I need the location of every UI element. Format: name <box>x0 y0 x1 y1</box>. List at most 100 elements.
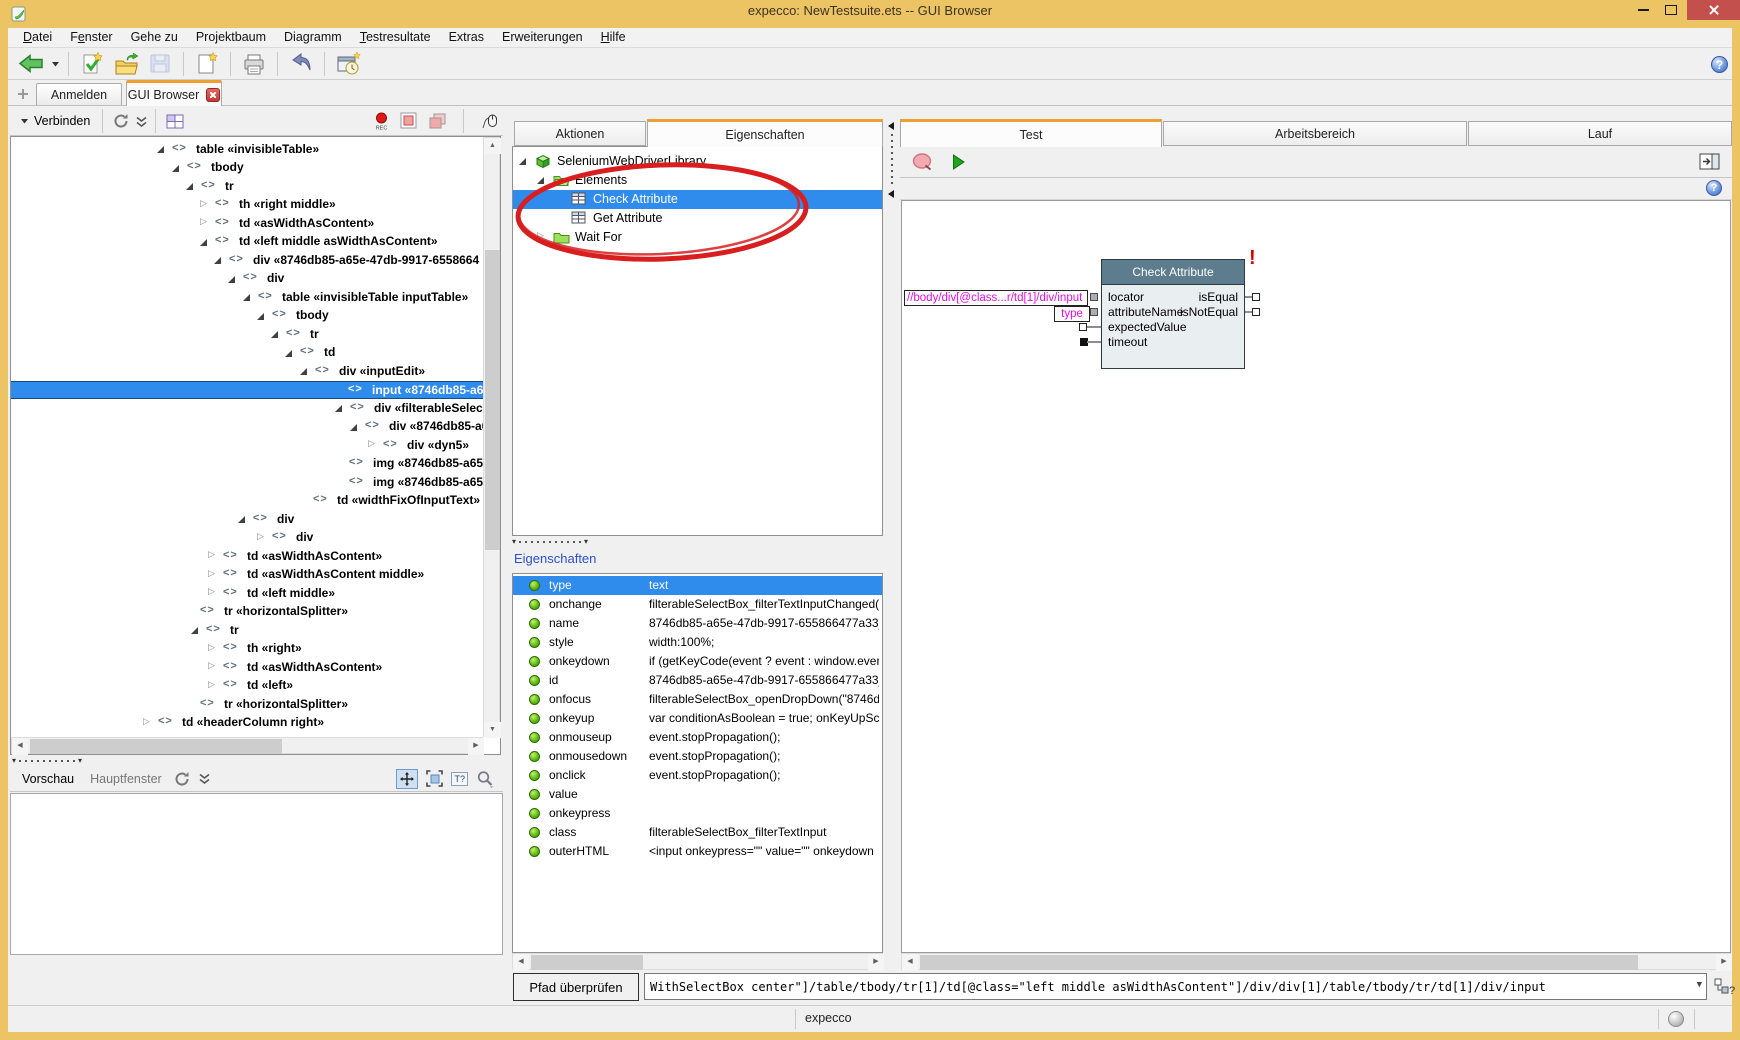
windows-cascade-icon[interactable] <box>428 112 447 130</box>
menu-item-hilfe[interactable]: Hilfe <box>592 28 635 47</box>
dom-tree-row[interactable]: <>div «inputEdit» <box>11 362 483 381</box>
expand-icon[interactable]: ▷ <box>200 216 207 227</box>
dom-tree-row[interactable]: <>div <box>11 270 483 289</box>
gui-browser-window-icon[interactable] <box>332 50 364 78</box>
close-icon[interactable] <box>1687 0 1740 20</box>
scroll-left-icon[interactable]: ◀ <box>12 738 28 755</box>
expand-icon[interactable]: ▷ <box>208 642 215 653</box>
dom-tree-row[interactable]: ▷<>div «dyn5» <box>11 436 483 455</box>
dom-tree-row[interactable]: ▷<>div <box>11 529 483 548</box>
scroll-thumb[interactable] <box>485 250 500 550</box>
dom-tree-row[interactable]: <>tr <box>11 325 483 344</box>
dom-tree-row[interactable]: ▷<>td «asWidthAsContent» <box>11 214 483 233</box>
property-row[interactable]: onfocusfilterableSelectBox_openDropDown(… <box>513 690 882 709</box>
scroll-right-icon[interactable]: ▶ <box>468 738 484 755</box>
preview-tab-vorschau[interactable]: Vorschau <box>14 772 82 786</box>
scroll-up-icon[interactable]: ▲ <box>484 138 501 154</box>
expand-icon[interactable]: ▷ <box>208 549 215 560</box>
undo-icon[interactable] <box>285 50 317 78</box>
property-row[interactable]: onkeydownif (getKeyCode(event ? event : … <box>513 652 882 671</box>
menu-item-erweiterungen[interactable]: Erweiterungen <box>493 28 592 47</box>
dom-tree-row[interactable]: ▷<>td «headerColumn right» <box>11 714 483 733</box>
dom-tree-row[interactable]: <>img «8746db85-a65e <box>11 455 483 474</box>
preview-tab-hauptfenster[interactable]: Hauptfenster <box>82 772 170 786</box>
panel-splitter[interactable] <box>886 110 897 953</box>
dropdown-caret-icon[interactable]: ▼ <box>1697 980 1702 990</box>
dom-tree-hscrollbar[interactable]: ◀ ▶ <box>11 737 483 754</box>
expand-icon[interactable]: ▷ <box>208 586 215 597</box>
minimize-icon[interactable] <box>1630 0 1656 20</box>
expand-icon[interactable]: ▷ <box>143 716 150 727</box>
move-icon[interactable] <box>396 769 418 789</box>
plus-icon[interactable] <box>16 87 30 101</box>
save-icon[interactable] <box>144 50 176 78</box>
scroll-left-icon[interactable]: ◀ <box>513 954 529 971</box>
new-check-icon[interactable] <box>76 50 108 78</box>
expand-icon[interactable]: ▷ <box>208 568 215 579</box>
collapse-icon[interactable] <box>228 276 235 283</box>
scroll-down-icon[interactable]: ▼ <box>484 722 501 738</box>
collapse-icon[interactable] <box>243 294 250 301</box>
menu-item-testresultate[interactable]: Testresultate <box>351 28 440 47</box>
scroll-right-icon[interactable]: ▶ <box>1716 954 1732 971</box>
collapse-icon[interactable] <box>350 424 357 431</box>
collapse-icon[interactable] <box>214 257 221 264</box>
dom-tree-row[interactable]: <>div «8746db85-a65 <box>11 418 483 437</box>
expand-icon[interactable]: ▷ <box>368 438 375 449</box>
tab-aktionen[interactable]: Aktionen <box>514 121 646 146</box>
property-row[interactable]: onmousedownevent.stopPropagation(); <box>513 747 882 766</box>
chevrons-down-icon[interactable] <box>195 772 214 785</box>
collapse-icon[interactable] <box>172 165 179 172</box>
mouse-icon[interactable] <box>480 112 499 130</box>
new-document-icon[interactable] <box>191 50 223 78</box>
collapse-icon[interactable] <box>186 183 193 190</box>
scroll-right-icon[interactable]: ▶ <box>868 954 884 971</box>
clear-breakpoints-icon[interactable] <box>904 152 943 172</box>
property-row[interactable]: stylewidth:100%; <box>513 633 882 652</box>
run-icon[interactable] <box>943 153 974 171</box>
dropdown-caret-icon[interactable] <box>49 50 61 78</box>
record-icon[interactable]: REC <box>373 112 390 131</box>
connect-button[interactable]: Verbinden <box>14 114 96 128</box>
dom-tree-row[interactable]: <>div «8746db85-a65e-47db-9917-6558664 <box>11 251 483 270</box>
collapse-icon[interactable] <box>191 627 198 634</box>
property-row[interactable]: outerHTML<input onkeypress="" value="" o… <box>513 842 882 861</box>
expand-icon[interactable]: ▷ <box>200 198 207 209</box>
text-inspect-icon[interactable]: T? <box>451 772 468 786</box>
attributename-value-box[interactable]: type <box>1054 306 1090 322</box>
dom-tree-row[interactable]: <>tr «horizontalSplitter» <box>11 695 483 714</box>
collapse-icon[interactable] <box>300 368 307 375</box>
dom-tree-row[interactable]: ▷<>td «asWidthAsContent middle» <box>11 566 483 585</box>
library-tree-row[interactable]: Check Attribute <box>513 190 882 209</box>
output-pin-isEqual[interactable] <box>1252 293 1260 301</box>
splitter-handle[interactable]: ▾▾ <box>512 538 588 545</box>
property-row[interactable]: onchangefilterableSelectBox_filterTextIn… <box>513 595 882 614</box>
dom-tree-row[interactable]: <>tbody <box>11 307 483 326</box>
property-row[interactable]: id8746db85-a65e-47db-9917-655866477a33_f… <box>513 671 882 690</box>
library-tree-row[interactable]: ▷Wait For <box>513 228 882 247</box>
dom-tree-row[interactable]: <>input «8746db85-a65 <box>11 381 483 400</box>
menu-item-gehe-zu[interactable]: Gehe zu <box>122 28 187 47</box>
dom-tree-row[interactable]: ▷<>td «left middle» <box>11 584 483 603</box>
chevrons-down-icon[interactable] <box>134 115 149 128</box>
expand-icon[interactable]: ▷ <box>537 230 544 241</box>
refresh-icon[interactable] <box>170 771 195 787</box>
panel-right-icon[interactable] <box>1699 152 1720 171</box>
dom-tree-row[interactable]: <>table «invisibleTable inputTable» <box>11 288 483 307</box>
properties-table[interactable]: typetextonchangefilterableSelectBox_filt… <box>513 574 882 952</box>
dom-tree-row[interactable]: <>tr «horizontalSplitter» <box>11 603 483 622</box>
dom-tree-row[interactable]: ▷<>td «asWidthAsContent» <box>11 547 483 566</box>
tab-eigenschaften[interactable]: Eigenschaften <box>647 119 883 147</box>
dom-tree-row[interactable]: ▷<>td «left» <box>11 677 483 696</box>
dom-tree-row[interactable]: <>tr <box>11 621 483 640</box>
collapse-icon[interactable] <box>271 331 278 338</box>
open-folder-icon[interactable] <box>110 50 142 78</box>
maximize-icon[interactable] <box>1658 0 1684 20</box>
scroll-thumb[interactable] <box>531 955 643 970</box>
library-tree[interactable]: SeleniumWebDriverLibraryElementsCheck At… <box>513 147 882 535</box>
properties-hscrollbar[interactable]: ◀ ▶ <box>512 953 883 970</box>
library-tree-row[interactable]: Get Attribute <box>513 209 882 228</box>
collapse-icon[interactable] <box>157 146 164 153</box>
dom-tree-row[interactable]: <>td «widthFixOfInputText» <box>11 492 483 511</box>
scroll-thumb[interactable] <box>920 955 1638 970</box>
